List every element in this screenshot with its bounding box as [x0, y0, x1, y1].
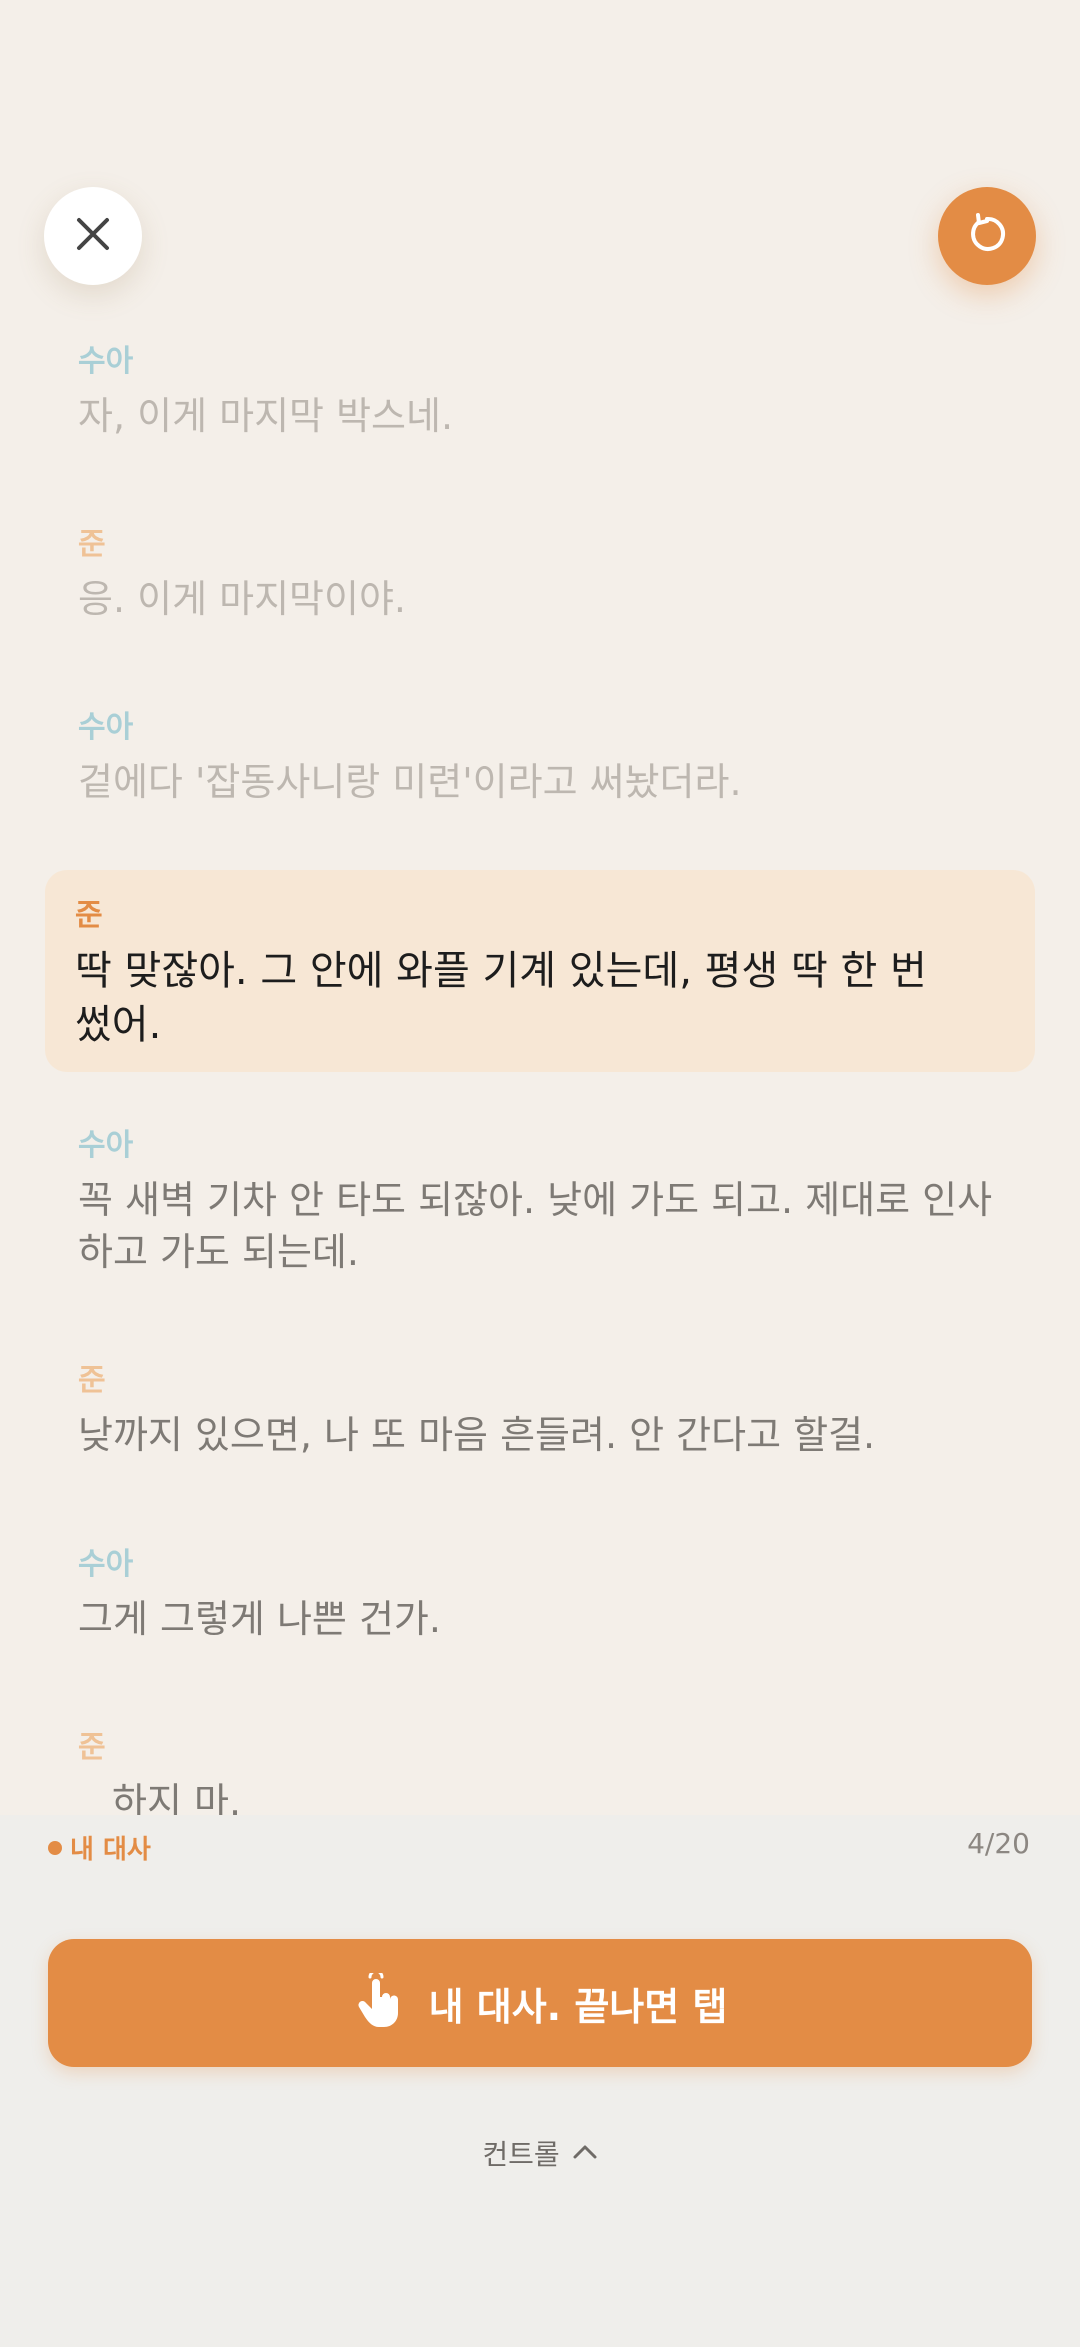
script-line[interactable]: 수아 겉에다 '잡동사니랑 미련'이라고 써놨더라. [78, 710, 1008, 808]
line-text: 낮까지 있으면, 나 또 마음 흔들려. 안 간다고 할걸. [78, 1413, 876, 1457]
speaker-name: 준 [78, 527, 106, 562]
status-time: 09.41 [148, 51, 266, 103]
progress-count: 4/20 [967, 1827, 1030, 1860]
line-text: 꼭 새벽 기차 안 타도 되잖아. 낮에 가도 되고. 제대로 인사하고 가도 … [78, 1178, 993, 1274]
current-line[interactable]: 준 딱 맞잖아. 그 안에 와플 기계 있는데, 평생 딱 한 번 썼어. [45, 870, 1035, 1072]
status-bar: 09.41 [0, 0, 1080, 150]
my-line-dot-icon [48, 1840, 62, 1855]
close-icon [75, 216, 111, 256]
speaker-name: 준 [78, 1363, 106, 1398]
line-text: 하지 마. [112, 1780, 242, 1820]
line-text: 응. 이게 마지막이야. [78, 577, 406, 621]
script-line[interactable]: 수아 그게 그렇게 나쁜 건가. [78, 1547, 1008, 1645]
script-list[interactable]: 수아 자, 이게 마지막 박스네. 준 응. 이게 마지막이야. 수아 겉에다 … [0, 330, 1080, 1820]
line-text: 겉에다 '잡동사니랑 미련'이라고 써놨더라. [78, 760, 742, 804]
script-line[interactable]: 준 하지 마. [78, 1730, 1008, 1820]
script-line[interactable]: 수아 자, 이게 마지막 박스네. [78, 344, 1008, 442]
speaker-name: 수아 [78, 710, 134, 745]
speaker-name: 수아 [78, 1128, 134, 1163]
chevron-up-icon [572, 2142, 598, 2164]
status-icons [766, 60, 980, 100]
tap-hand-icon [353, 1969, 403, 2033]
restart-button[interactable] [938, 187, 1036, 285]
line-text: 딱 맞잖아. 그 안에 와플 기계 있는데, 평생 딱 한 번 썼어. [75, 948, 927, 1048]
line-text: 자, 이게 마지막 박스네. [78, 394, 454, 438]
speaker-name: 준 [75, 898, 103, 933]
my-line-tag: 내 대사 [48, 1829, 151, 1866]
line-text: 그게 그렇게 나쁜 건가. [78, 1597, 441, 1641]
tap-button-label: 내 대사. 끝나면 탭 [428, 1984, 728, 2029]
tap-when-done-button[interactable]: 내 대사. 끝나면 탭 [48, 1939, 1032, 2067]
script-line[interactable]: 준 낮까지 있으면, 나 또 마음 흔들려. 안 간다고 할걸. [78, 1363, 1008, 1461]
speaker-name: 수아 [78, 1547, 134, 1582]
wifi-icon [838, 60, 886, 100]
script-line[interactable]: 준 응. 이게 마지막이야. [78, 527, 1008, 625]
my-line-label: 내 대사 [70, 1835, 151, 1865]
battery-icon [904, 60, 980, 100]
cellular-signal-icon [766, 61, 820, 99]
speaker-name: 준 [78, 1730, 106, 1765]
close-button[interactable] [44, 187, 142, 285]
restart-icon [965, 212, 1009, 260]
bottom-panel: 내 대사 4/20 내 대사. 끝나면 탭 컨트롤 [0, 1815, 1080, 2347]
controls-toggle[interactable]: 컨트롤 [0, 2133, 1080, 2173]
speaker-name: 수아 [78, 344, 134, 379]
controls-label: 컨트롤 [482, 2138, 560, 2171]
script-line[interactable]: 수아 꼭 새벽 기차 안 타도 되잖아. 낮에 가도 되고. 제대로 인사하고 … [78, 1128, 1008, 1278]
